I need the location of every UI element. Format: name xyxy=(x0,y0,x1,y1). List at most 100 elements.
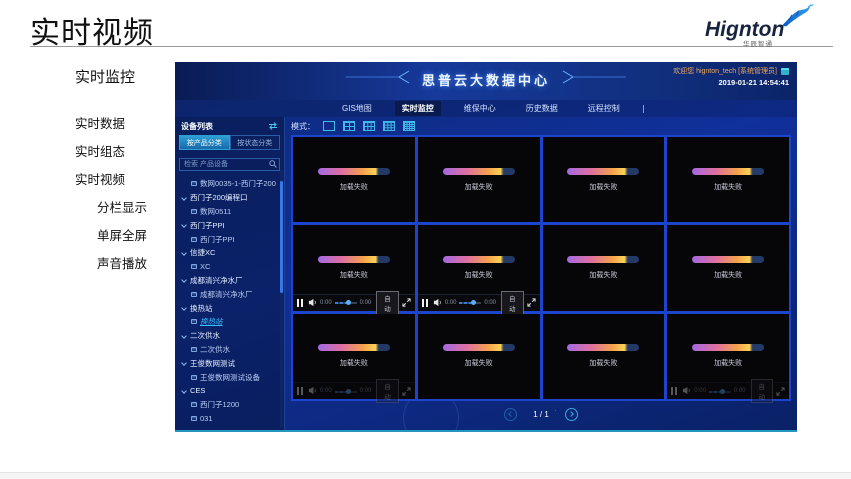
tree-device[interactable]: 王俊数网测试设备 xyxy=(175,370,284,384)
tab-by-product[interactable]: 按产品分类 xyxy=(179,135,230,150)
auto-button[interactable]: 自动 xyxy=(376,379,399,403)
video-status-text: 加载失败 xyxy=(589,182,617,192)
tab-history-data[interactable]: 历史数据 xyxy=(519,101,565,116)
time-total: 0:00 xyxy=(734,388,746,394)
tree-group[interactable]: 西门子PPI xyxy=(175,218,284,232)
video-cell[interactable]: 加载失败 0:00 0:00 自动 xyxy=(418,225,540,310)
video-cell[interactable]: 加载失败 0:00 0:00 自动 xyxy=(667,314,789,399)
prev-page-button[interactable] xyxy=(504,408,517,421)
time-current: 0:00 xyxy=(694,388,706,394)
tab-maintenance-center[interactable]: 维保中心 xyxy=(457,101,503,116)
mode-label: 模式： xyxy=(291,121,315,132)
device-icon xyxy=(191,264,197,269)
menu-subitem-split-view[interactable]: 分栏显示 xyxy=(97,197,147,216)
tree-group[interactable]: 换热站 xyxy=(175,301,284,315)
page-indicator: 1 / 1 xyxy=(533,410,549,419)
menu-item-realtime-config[interactable]: 实时组态 xyxy=(75,141,147,160)
time-total: 0:00 xyxy=(360,388,372,394)
video-cell[interactable]: 加载失败 xyxy=(543,137,665,222)
menu-item-realtime-data[interactable]: 实时数据 xyxy=(75,113,147,132)
progress-slider[interactable] xyxy=(459,299,481,307)
collapse-panel-icon[interactable] xyxy=(268,117,278,135)
volume-icon[interactable] xyxy=(682,382,691,400)
video-control-bar: 0:00 0:00 自动 xyxy=(667,382,789,399)
tree-device[interactable]: 成都清兴净水厂 xyxy=(175,287,284,301)
tree-device[interactable]: 数网0511 xyxy=(175,205,284,219)
video-cell[interactable]: 加载失败 xyxy=(418,314,540,399)
video-control-bar: 0:00 0:00 自动 xyxy=(418,294,540,311)
volume-icon[interactable] xyxy=(308,294,317,312)
video-cell[interactable]: 加载失败 xyxy=(543,225,665,310)
mode-icon-3x3[interactable] xyxy=(383,121,395,131)
video-status-text: 加载失败 xyxy=(465,270,493,280)
tree-scrollbar-thumb[interactable] xyxy=(280,181,283,293)
video-cell[interactable]: 加载失败 0:00 0:00 自动 xyxy=(293,314,415,399)
fullscreen-icon[interactable] xyxy=(527,298,536,307)
mode-icon-1x1[interactable] xyxy=(323,121,335,131)
pause-button[interactable] xyxy=(297,387,303,395)
video-cell[interactable]: 加载失败 xyxy=(418,137,540,222)
video-cell[interactable]: 加载失败 xyxy=(293,137,415,222)
tree-group[interactable]: 信捷XC xyxy=(175,246,284,260)
fullscreen-icon[interactable] xyxy=(402,298,411,307)
menu-subitem-audio-play[interactable]: 声音播放 xyxy=(97,253,147,272)
progress-slider[interactable] xyxy=(335,387,357,395)
video-cell[interactable]: 加载失败 xyxy=(543,314,665,399)
tree-group[interactable]: 二次供水 xyxy=(175,329,284,343)
mode-icon-2x2[interactable] xyxy=(343,121,355,131)
tree-device-selected[interactable]: 换热站 xyxy=(175,315,284,329)
logo-subtitle: 华辰智通 xyxy=(743,38,773,48)
device-icon xyxy=(191,181,197,186)
mode-icon-3x2[interactable] xyxy=(363,121,375,131)
pause-button[interactable] xyxy=(422,299,428,307)
tab-remote-control[interactable]: 远程控制 xyxy=(581,101,627,116)
tree-group[interactable]: 西门子200编程口 xyxy=(175,191,284,205)
volume-icon[interactable] xyxy=(308,382,317,400)
device-icon xyxy=(191,209,197,214)
progress-slider[interactable] xyxy=(335,299,357,307)
tab-gis-map[interactable]: GIS地图 xyxy=(335,101,379,116)
tree-group[interactable]: CES xyxy=(175,384,284,398)
pause-button[interactable] xyxy=(671,387,677,395)
menu-item-realtime-video[interactable]: 实时视频 xyxy=(75,169,147,188)
user-panel-icon[interactable] xyxy=(781,68,789,75)
volume-icon[interactable] xyxy=(433,294,442,312)
chevron-down-icon xyxy=(181,305,187,311)
tree-device[interactable]: 西门子PPI xyxy=(175,232,284,246)
tab-realtime-monitor[interactable]: 实时监控 xyxy=(395,101,441,116)
video-cell[interactable]: 加载失败 xyxy=(667,225,789,310)
tree-device[interactable]: 西门子1200 xyxy=(175,398,284,412)
tree-device[interactable]: 二次供水 xyxy=(175,343,284,357)
progress-slider[interactable] xyxy=(709,387,731,395)
device-icon xyxy=(191,319,197,324)
doc-side-menu: 实时监控 实时数据 实时组态 实时视频 分栏显示 单屏全屏 声音播放 xyxy=(75,66,147,281)
menu-subitem-fullscreen[interactable]: 单屏全屏 xyxy=(97,225,147,244)
fullscreen-icon[interactable] xyxy=(402,387,411,396)
time-current: 0:00 xyxy=(445,300,457,306)
auto-button[interactable]: 自动 xyxy=(376,291,399,315)
video-cell[interactable]: 加载失败 xyxy=(667,137,789,222)
fullscreen-icon[interactable] xyxy=(776,387,785,396)
tree-device[interactable]: 数网0035-1-西门子200 xyxy=(175,177,284,191)
tree-group[interactable]: 成都清兴净水厂 xyxy=(175,274,284,288)
app-title: 思普云大数据中心 xyxy=(422,70,550,89)
menu-heading: 实时监控 xyxy=(75,66,147,87)
search-icon[interactable] xyxy=(269,155,277,173)
next-page-button[interactable] xyxy=(565,408,578,421)
video-loading-bar xyxy=(443,168,515,175)
video-loading-bar xyxy=(318,256,390,263)
tab-by-status[interactable]: 按状态分类 xyxy=(230,135,281,150)
auto-button[interactable]: 自动 xyxy=(501,291,524,315)
pause-button[interactable] xyxy=(297,299,303,307)
auto-button[interactable]: 自动 xyxy=(751,379,774,403)
tree-device[interactable]: XC xyxy=(175,260,284,274)
video-cell[interactable]: 加载失败 0:00 0:00 自动 xyxy=(293,225,415,310)
app-nav-bar: GIS地图 实时监控 维保中心 历史数据 远程控制 xyxy=(175,100,797,117)
app-header: 思普云大数据中心 欢迎您 hignton_tech [系统管理员] 2019-0… xyxy=(175,62,797,100)
video-control-bar: 0:00 0:00 自动 xyxy=(293,382,415,399)
device-search-input[interactable] xyxy=(179,158,280,171)
title-divider xyxy=(30,46,833,47)
tree-group[interactable]: 王俊数网测试 xyxy=(175,356,284,370)
mode-icon-4x4[interactable] xyxy=(403,121,415,131)
tree-device[interactable]: 031 xyxy=(175,412,284,421)
